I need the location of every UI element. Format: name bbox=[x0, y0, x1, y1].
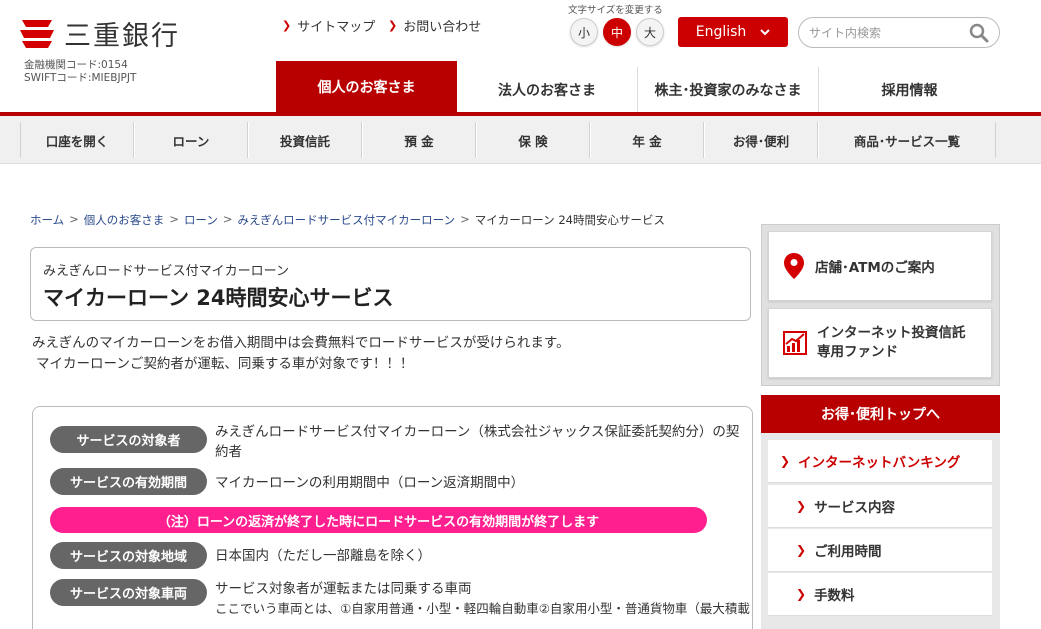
bank-code-info: 金融機関コード:0154 SWIFTコード:MIEBJPJT bbox=[24, 59, 136, 85]
chevron-right-icon: ❯ bbox=[780, 454, 791, 468]
vehicle-detail: ここでいう車両とは、①自家用普通・小型・軽四輪自動車②自家用小型・普通貨物車（最… bbox=[215, 601, 750, 616]
breadcrumb-loan[interactable]: ローン bbox=[184, 212, 218, 228]
breadcrumb-home[interactable]: ホーム bbox=[30, 212, 64, 228]
sidebar-item-service-content[interactable]: ❯ サービス内容 bbox=[768, 485, 992, 528]
breadcrumb-separator: > bbox=[69, 212, 79, 226]
breadcrumb-separator: > bbox=[222, 212, 233, 226]
page-title: マイカーローン 24時間安心サービス bbox=[43, 286, 394, 310]
chevron-right-icon: ❯ bbox=[282, 19, 292, 32]
breadcrumb-separator: > bbox=[460, 212, 470, 226]
intro-line-2: マイカーローンご契約者が運転、同乗する車が対象です！！！ bbox=[36, 356, 414, 372]
subnav-all-products[interactable]: 商品･サービス一覧 bbox=[818, 122, 996, 158]
chart-growth-icon bbox=[783, 331, 807, 355]
chevron-down-icon bbox=[760, 28, 770, 35]
breadcrumb-personal[interactable]: 個人のお客さま bbox=[84, 212, 165, 228]
page-subtitle: みえぎんロードサービス付マイカーローン bbox=[43, 264, 289, 279]
vehicle-value: サービス対象者が運転または同乗する車両 bbox=[215, 581, 472, 597]
subnav-benefits[interactable]: お得･便利 bbox=[704, 122, 818, 158]
sitemap-link[interactable]: ❯ サイトマップ bbox=[282, 16, 375, 35]
sitemap-link-label: サイトマップ bbox=[297, 20, 376, 35]
subnav-pension[interactable]: 年 金 bbox=[590, 122, 704, 158]
sidebar-item-label: 手数料 bbox=[814, 588, 855, 604]
breadcrumb-car-loan[interactable]: みえぎんロードサービス付マイカーローン bbox=[238, 212, 456, 228]
swift-code: SWIFTコード:MIEBJPJT bbox=[24, 72, 137, 84]
internet-fund-line-1: インターネット投資信託 bbox=[817, 325, 966, 341]
sidebar-item-label: ご利用時間 bbox=[814, 544, 882, 560]
search-input[interactable] bbox=[809, 25, 959, 40]
chevron-right-icon: ❯ bbox=[796, 499, 807, 513]
period-label: サービスの有効期間 bbox=[50, 468, 207, 495]
period-value: マイカーローンの利用期間中（ローン返済期間中） bbox=[215, 475, 525, 491]
sidebar-item-label: サービス内容 bbox=[814, 500, 896, 516]
chevron-right-icon: ❯ bbox=[388, 19, 398, 32]
subnav-loan[interactable]: ローン bbox=[134, 122, 248, 158]
subnav-deposit[interactable]: 預 金 bbox=[362, 122, 476, 158]
target-person-value: みえぎんロードサービス付マイカーローン（株式会社ジャックス保証委託契約分）の契約… bbox=[215, 424, 740, 460]
font-size-label: 文字サイズを変更する bbox=[568, 5, 663, 16]
intro-text: みえぎんのマイカーローンをお借入期間中は会費無料でロードサービスが受けられます。… bbox=[32, 333, 570, 375]
bank-logo-icon[interactable] bbox=[20, 17, 54, 51]
breadcrumb-separator: > bbox=[169, 212, 179, 226]
bank-code: 金融機関コード:0154 bbox=[24, 59, 128, 71]
internet-fund-text: インターネット投資信託 専用ファンド bbox=[817, 324, 966, 362]
nav-personal[interactable]: 個人のお客さま bbox=[276, 61, 457, 113]
site-search[interactable] bbox=[798, 17, 1000, 48]
vehicle-label: サービスの対象車両 bbox=[50, 579, 207, 606]
benefits-top-link[interactable]: お得･便利トップへ bbox=[761, 395, 1000, 433]
nav-corporate[interactable]: 法人のお客さま bbox=[457, 67, 638, 113]
contact-link[interactable]: ❯ お問い合わせ bbox=[388, 16, 481, 35]
sidebar-item-fees[interactable]: ❯ 手数料 bbox=[768, 573, 992, 616]
font-size-large-button[interactable]: 大 bbox=[636, 18, 664, 46]
sidebar-item-label: インターネットバンキング bbox=[798, 455, 961, 471]
search-icon[interactable] bbox=[969, 23, 989, 43]
main-nav: 個人のお客さま 法人のお客さま 株主･投資家のみなさま 採用情報 bbox=[276, 61, 1000, 113]
nav-investors[interactable]: 株主･投資家のみなさま bbox=[638, 67, 819, 113]
warning-banner: （注）ローンの返済が終了した時にロードサービスの有効期間が終了します bbox=[50, 507, 707, 533]
subnav-investment-trust[interactable]: 投資信託 bbox=[248, 122, 362, 158]
font-size-medium-button[interactable]: 中 bbox=[603, 18, 631, 46]
breadcrumb: ホーム > 個人のお客さま > ローン > みえぎんロードサービス付マイカーローン > … bbox=[30, 212, 665, 228]
contact-link-label: お問い合わせ bbox=[403, 20, 482, 35]
area-value: 日本国内（ただし一部離島を除く） bbox=[215, 548, 431, 564]
page-title-box: みえぎんロードサービス付マイカーローン マイカーローン 24時間安心サービス bbox=[30, 247, 751, 321]
store-atm-label: 店舗･ATMのご案内 bbox=[815, 260, 935, 276]
sub-nav: 口座を開く ローン 投資信託 預 金 保 険 年 金 お得･便利 商品･サービス… bbox=[20, 122, 996, 160]
sidebar-item-internet-banking[interactable]: ❯ インターネットバンキング bbox=[768, 440, 992, 483]
internet-fund-line-2: 専用ファンド bbox=[817, 344, 898, 360]
internet-fund-link[interactable]: インターネット投資信託 専用ファンド bbox=[768, 308, 992, 378]
chevron-right-icon: ❯ bbox=[796, 543, 807, 557]
chevron-right-icon: ❯ bbox=[796, 587, 807, 601]
bank-logo-text[interactable]: 三重銀行 bbox=[64, 14, 180, 53]
store-atm-link[interactable]: 店舗･ATMのご案内 bbox=[768, 231, 992, 301]
nav-recruit[interactable]: 採用情報 bbox=[819, 67, 1000, 113]
language-select[interactable]: English bbox=[678, 17, 788, 47]
subnav-insurance[interactable]: 保 険 bbox=[476, 122, 590, 158]
area-label: サービスの対象地域 bbox=[50, 542, 207, 569]
breadcrumb-current: マイカーローン 24時間安心サービス bbox=[474, 213, 665, 227]
subnav-open-account[interactable]: 口座を開く bbox=[20, 122, 134, 158]
sidebar-item-hours[interactable]: ❯ ご利用時間 bbox=[768, 529, 992, 572]
target-person-label: サービスの対象者 bbox=[50, 426, 207, 453]
font-size-small-button[interactable]: 小 bbox=[570, 18, 598, 46]
language-label: English bbox=[695, 24, 747, 40]
intro-line-1: みえぎんのマイカーローンをお借入期間中は会費無料でロードサービスが受けられます。 bbox=[32, 335, 570, 351]
map-pin-icon bbox=[784, 253, 804, 279]
